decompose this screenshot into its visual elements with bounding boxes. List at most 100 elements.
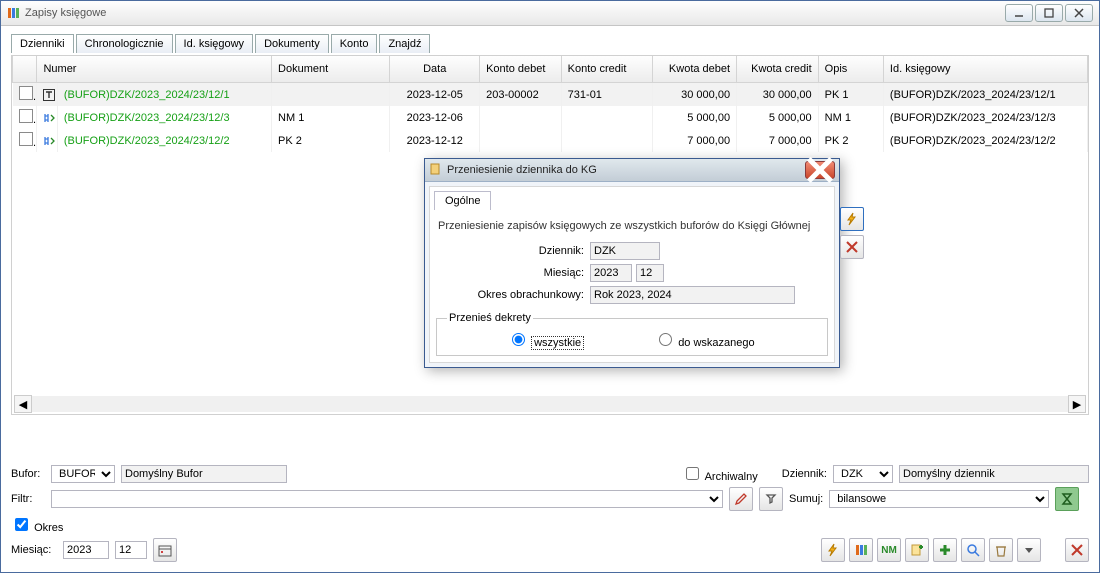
filter-tool-icon[interactable]: [759, 487, 783, 511]
close-button[interactable]: [1065, 4, 1093, 22]
dziennik-desc: [899, 465, 1089, 483]
cell-kwota-debet: 7 000,00: [653, 129, 737, 152]
cell-opis: PK 2: [818, 129, 883, 152]
dialog-description: Przeniesienie zapisów księgowych ze wszy…: [438, 220, 826, 232]
row-type-icon: [37, 106, 57, 129]
dialog-okres-label: Okres obrachunkowy:: [434, 289, 590, 301]
main-tabs: Dzienniki Chronologicznie Id. księgowy D…: [11, 34, 1089, 53]
row-checkbox[interactable]: [19, 86, 33, 100]
col-opis[interactable]: Opis: [818, 56, 883, 83]
sumuj-select[interactable]: bilansowe: [829, 490, 1049, 508]
trash-menu-icon[interactable]: [1017, 538, 1041, 562]
dialog-titlebar[interactable]: Przeniesienie dziennika do KG: [425, 159, 839, 182]
cell-numer[interactable]: (BUFOR)DZK/2023_2024/23/12/3: [57, 106, 271, 129]
tab-konto[interactable]: Konto: [331, 34, 378, 53]
cell-data: 2023-12-12: [390, 129, 480, 152]
col-numer[interactable]: Numer: [37, 56, 272, 83]
add-doc-icon[interactable]: [905, 538, 929, 562]
filtr-label: Filtr:: [11, 493, 45, 505]
minimize-button[interactable]: [1005, 4, 1033, 22]
bufor-desc: [121, 465, 287, 483]
cell-numer[interactable]: (BUFOR)DZK/2023_2024/23/12/2: [57, 129, 271, 152]
tab-znajdz[interactable]: Znajdź: [379, 34, 430, 53]
sum-sigma-icon[interactable]: [1055, 487, 1079, 511]
row-checkbox[interactable]: [19, 132, 33, 146]
window-title: Zapisy księgowe: [25, 7, 106, 19]
month-input[interactable]: [115, 541, 147, 559]
filter-edit-icon[interactable]: [729, 487, 753, 511]
cell-data: 2023-12-05: [390, 83, 480, 107]
archiwalny-label: Archiwalny: [705, 471, 758, 483]
cell-dokument: PK 2: [272, 129, 390, 152]
cell-kwota-debet: 30 000,00: [653, 83, 737, 107]
cell-konto-credit: 731-01: [561, 83, 653, 107]
year-input[interactable]: [63, 541, 109, 559]
dziennik-select[interactable]: DZK: [833, 465, 893, 483]
dialog-okres-input: [590, 286, 795, 304]
dialog-run-icon[interactable]: [840, 207, 864, 231]
col-konto-credit[interactable]: Konto credit: [561, 56, 653, 83]
filtr-select[interactable]: [51, 490, 723, 508]
cell-opis: PK 1: [818, 83, 883, 107]
dialog-tab-ogolne[interactable]: Ogólne: [434, 191, 491, 210]
cell-kwota-credit: 5 000,00: [737, 106, 819, 129]
bufor-select[interactable]: BUFOR: [51, 465, 115, 483]
cell-kwota-credit: 7 000,00: [737, 129, 819, 152]
tab-dokumenty[interactable]: Dokumenty: [255, 34, 329, 53]
col-data[interactable]: Data: [390, 56, 480, 83]
radio-wszystkie[interactable]: wszystkie: [507, 330, 584, 349]
dialog-dziennik-label: Dziennik:: [434, 245, 590, 257]
magnifier-icon[interactable]: [961, 538, 985, 562]
dziennik-label: Dziennik:: [782, 468, 827, 480]
trash-icon[interactable]: [989, 538, 1013, 562]
table-row[interactable]: (BUFOR)DZK/2023_2024/23/12/2PK 22023-12-…: [13, 129, 1088, 152]
titlebar[interactable]: Zapisy księgowe: [1, 1, 1099, 26]
dialog-legend: Przenieś dekrety: [447, 312, 533, 324]
dialog-close-button[interactable]: [805, 161, 835, 179]
cell-numer[interactable]: (BUFOR)DZK/2023_2024/23/12/1: [57, 83, 271, 107]
nm-icon[interactable]: NM: [877, 538, 901, 562]
dialog-dziennik-input: [590, 242, 660, 260]
transfer-dialog[interactable]: Przeniesienie dziennika do KG Ogólne Prz…: [424, 158, 840, 368]
table-row[interactable]: (BUFOR)DZK/2023_2024/23/12/3NM 12023-12-…: [13, 106, 1088, 129]
tab-chrono[interactable]: Chronologicznie: [76, 34, 173, 53]
cell-data: 2023-12-06: [390, 106, 480, 129]
scroll-track[interactable]: [32, 396, 1068, 412]
bottom-panel: Bufor: BUFOR Archiwalny Dziennik: DZK Fi…: [11, 464, 1089, 566]
col-id-ksiegowy[interactable]: Id. księgowy: [883, 56, 1087, 83]
col-check[interactable]: [13, 56, 37, 83]
tab-idksiegowy[interactable]: Id. księgowy: [175, 34, 254, 53]
plus-icon[interactable]: [933, 538, 957, 562]
scroll-right-icon[interactable]: ▶: [1068, 395, 1086, 413]
calendar-icon[interactable]: [153, 538, 177, 562]
cell-konto-credit: [561, 129, 653, 152]
maximize-button[interactable]: [1035, 4, 1063, 22]
cell-konto-debet: [480, 106, 562, 129]
dialog-miesiac-label: Miesiąc:: [434, 267, 590, 279]
col-konto-debet[interactable]: Konto debet: [480, 56, 562, 83]
row-type-icon: [37, 129, 57, 152]
cell-dokument: [272, 83, 390, 107]
books-icon[interactable]: [849, 538, 873, 562]
col-dokument[interactable]: Dokument: [272, 56, 390, 83]
archiwalny-checkbox[interactable]: Archiwalny: [682, 464, 758, 483]
cell-kwota-debet: 5 000,00: [653, 106, 737, 129]
table-row[interactable]: (BUFOR)DZK/2023_2024/23/12/12023-12-0520…: [13, 83, 1088, 107]
col-kwota-debet[interactable]: Kwota debet: [653, 56, 737, 83]
okres-checkbox[interactable]: Okres: [11, 515, 63, 534]
scroll-left-icon[interactable]: ◀: [14, 395, 32, 413]
cell-kwota-credit: 30 000,00: [737, 83, 819, 107]
lightning-icon[interactable]: [821, 538, 845, 562]
radio-do-wskazanego[interactable]: do wskazanego: [654, 330, 755, 349]
col-kwota-credit[interactable]: Kwota credit: [737, 56, 819, 83]
bufor-label: Bufor:: [11, 468, 45, 480]
tab-dzienniki[interactable]: Dzienniki: [11, 34, 74, 53]
horizontal-scrollbar[interactable]: ◀ ▶: [14, 396, 1086, 412]
dialog-cancel-icon[interactable]: [840, 235, 864, 259]
okres-label: Okres: [34, 522, 63, 534]
row-checkbox[interactable]: [19, 109, 33, 123]
dialog-month-input: [636, 264, 664, 282]
app-icon: [7, 6, 21, 20]
close-panel-icon[interactable]: [1065, 538, 1089, 562]
cell-dokument: NM 1: [272, 106, 390, 129]
